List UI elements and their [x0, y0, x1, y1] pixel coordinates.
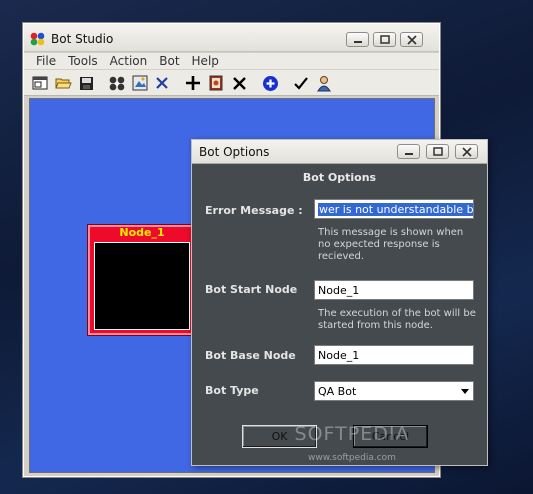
- toolbar: [24, 70, 439, 96]
- dialog-title: Bot Options: [199, 145, 270, 159]
- dialog-minimize-button[interactable]: [397, 144, 420, 159]
- cancel-button[interactable]: Cancel: [353, 425, 428, 448]
- menu-bot[interactable]: Bot: [153, 53, 185, 69]
- error-message-label: Error Message :: [205, 204, 303, 217]
- bot-type-select[interactable]: QA Bot: [314, 381, 474, 401]
- main-titlebar[interactable]: Bot Studio: [24, 24, 439, 52]
- menu-file[interactable]: File: [24, 53, 62, 69]
- user-icon[interactable]: [315, 74, 333, 92]
- maximize-button[interactable]: [373, 32, 396, 47]
- error-message-hint: This message is shown when no expected r…: [318, 227, 464, 262]
- close-button[interactable]: [400, 32, 423, 47]
- menubar: File Tools Action Bot Help: [24, 53, 439, 69]
- bot-base-node-label: Bot Base Node: [205, 349, 296, 362]
- bot-type-label: Bot Type: [205, 384, 259, 397]
- error-message-field[interactable]: wer is not understandable by me.: [314, 199, 474, 219]
- open-folder-icon[interactable]: [54, 74, 72, 92]
- app-logo-icon: [30, 32, 46, 46]
- maximize-icon: [433, 147, 443, 156]
- bot-base-node-field[interactable]: Node_1: [314, 345, 474, 365]
- bot-type-value: QA Bot: [318, 385, 357, 398]
- cross-icon[interactable]: [153, 74, 171, 92]
- bot-start-node-label: Bot Start Node: [205, 283, 298, 296]
- close-icon: [407, 35, 417, 45]
- delete-icon[interactable]: [230, 74, 248, 92]
- main-window-title: Bot Studio: [51, 32, 114, 46]
- node-title: Node_1: [119, 226, 165, 239]
- bot-start-node-hint: The execution of the bot will be started…: [318, 308, 476, 331]
- bot-options-dialog: Bot Options Bot Options Error Message : …: [191, 139, 488, 466]
- menu-action[interactable]: Action: [104, 53, 154, 69]
- open-window-icon[interactable]: [31, 74, 49, 92]
- close-icon: [462, 147, 472, 157]
- dialog-close-button[interactable]: [455, 144, 478, 159]
- chevron-down-icon: [461, 389, 469, 394]
- ok-button[interactable]: OK: [242, 425, 317, 448]
- dialog-titlebar[interactable]: Bot Options: [192, 140, 487, 164]
- picture-icon[interactable]: [207, 74, 225, 92]
- menu-help[interactable]: Help: [186, 53, 225, 69]
- add-circle-icon[interactable]: [261, 74, 279, 92]
- watermark-url: www.softpedia.com: [308, 453, 396, 463]
- bot-start-node-field[interactable]: Node_1: [314, 280, 474, 300]
- node-body: [94, 242, 190, 330]
- minimize-icon: [354, 41, 362, 43]
- bot-node[interactable]: Node_1: [88, 225, 196, 335]
- menu-tools[interactable]: Tools: [62, 53, 104, 69]
- image-icon[interactable]: [131, 74, 149, 92]
- maximize-icon: [380, 35, 390, 44]
- dialog-maximize-button[interactable]: [426, 144, 449, 159]
- check-icon[interactable]: [292, 74, 310, 92]
- minimize-button[interactable]: [346, 32, 369, 47]
- error-message-value: wer is not understandable by me.: [318, 203, 473, 216]
- bot-icon[interactable]: [108, 74, 126, 92]
- dialog-header: Bot Options: [302, 171, 377, 184]
- minimize-icon: [405, 153, 413, 155]
- add-icon[interactable]: [184, 74, 202, 92]
- save-icon[interactable]: [77, 74, 95, 92]
